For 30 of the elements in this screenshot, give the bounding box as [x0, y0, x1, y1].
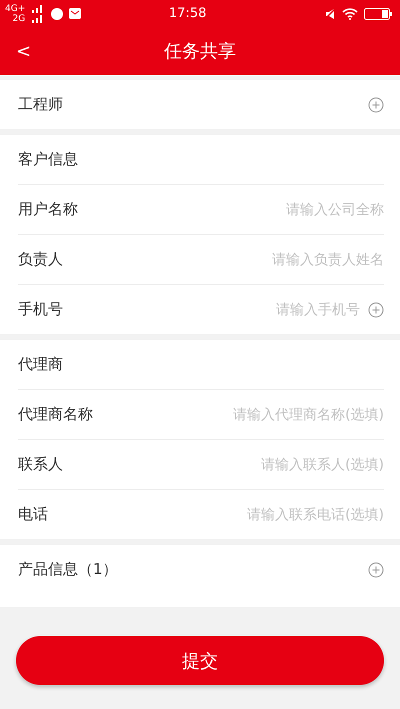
add-icon[interactable] [368, 562, 384, 578]
section-title: 客户信息 [18, 150, 79, 169]
input-field[interactable]: 请输入联系人(选填) [145, 456, 384, 472]
input-field[interactable]: 请输入公司全称 [145, 202, 384, 218]
section-title: 产品信息（1） [18, 560, 119, 579]
section-title: 代理商 [18, 355, 64, 374]
submit-button[interactable]: 提交 [16, 636, 384, 685]
wifi-icon [342, 8, 358, 20]
input-field[interactable]: 请输入代理商名称(选填) [145, 406, 384, 422]
section-title: 工程师 [18, 95, 64, 114]
network-label: 4G+ [5, 4, 26, 14]
input-field[interactable]: 请输入手机号 [137, 302, 360, 318]
page-title: 任务共享 [164, 40, 236, 63]
add-icon[interactable] [368, 96, 384, 112]
battery-icon [364, 8, 392, 20]
input-field[interactable]: 请输入联系电话(选填) [145, 506, 384, 522]
field-label: 负责人 [18, 250, 64, 269]
field-label: 手机号 [18, 300, 64, 319]
field-label: 代理商名称 [18, 405, 94, 424]
input-field[interactable]: 请输入负责人姓名 [145, 252, 384, 268]
field-label: 联系人 [18, 455, 64, 474]
add-icon[interactable] [368, 302, 384, 318]
mail-icon [69, 8, 82, 19]
back-button[interactable]: < [0, 40, 44, 62]
clock: 17:58 [168, 6, 208, 21]
network-label: 2G [12, 14, 26, 24]
app-icon [51, 8, 64, 20]
field-label: 用户名称 [18, 200, 79, 219]
field-label: 电话 [18, 505, 49, 524]
mute-icon [324, 8, 336, 20]
